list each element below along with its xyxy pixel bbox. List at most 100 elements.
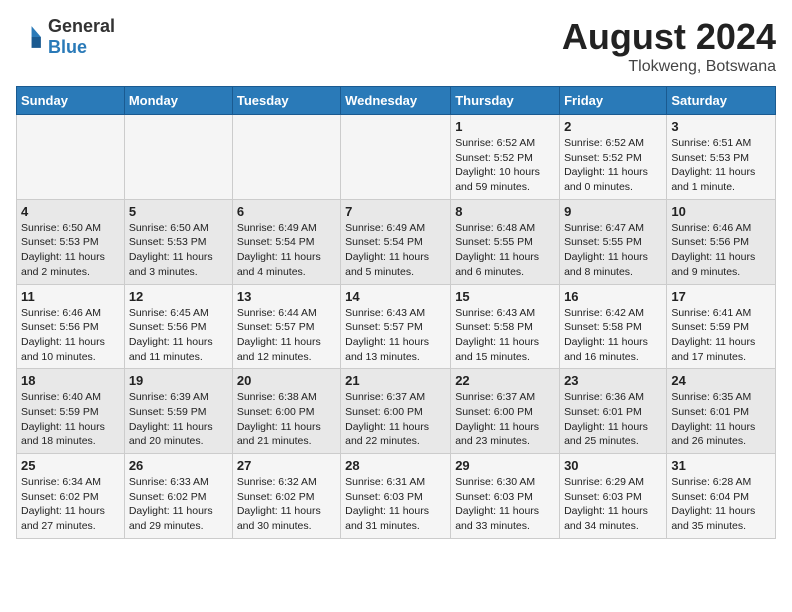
day-number: 15 — [455, 289, 555, 304]
calendar-cell: 21 Sunrise: 6:37 AMSunset: 6:00 PMDayligh… — [341, 369, 451, 454]
calendar-cell: 2 Sunrise: 6:52 AMSunset: 5:52 PMDaylight… — [560, 115, 667, 200]
day-info: Sunrise: 6:49 AMSunset: 5:54 PMDaylight:… — [345, 221, 446, 280]
calendar-cell: 1 Sunrise: 6:52 AMSunset: 5:52 PMDaylight… — [451, 115, 560, 200]
calendar-cell: 5Sunrise: 6:50 AMSunset: 5:53 PMDaylight… — [124, 199, 232, 284]
day-info: Sunrise: 6:37 AMSunset: 6:00 PMDaylight:… — [345, 390, 446, 449]
day-info: Sunrise: 6:52 AMSunset: 5:52 PMDaylight:… — [455, 136, 555, 195]
day-number: 25 — [21, 458, 120, 473]
logo-text: General Blue — [48, 16, 115, 58]
calendar-cell — [124, 115, 232, 200]
day-info: Sunrise: 6:31 AMSunset: 6:03 PMDaylight:… — [345, 475, 446, 534]
calendar-cell — [232, 115, 340, 200]
calendar-week-row: 4 Sunrise: 6:50 AMSunset: 5:53 PMDaylight… — [17, 199, 776, 284]
day-number: 23 — [564, 373, 662, 388]
day-info: Sunrise: 6:29 AMSunset: 6:03 PMDaylight:… — [564, 475, 662, 534]
calendar-cell: 30 Sunrise: 6:29 AMSunset: 6:03 PMDayligh… — [560, 454, 667, 539]
calendar-cell: 26 Sunrise: 6:33 AMSunset: 6:02 PMDayligh… — [124, 454, 232, 539]
day-number: 4 — [21, 204, 120, 219]
month-year: August 2024 — [562, 16, 776, 58]
day-info: Sunrise: 6:49 AMSunset: 5:54 PMDaylight:… — [237, 221, 336, 280]
day-number: 2 — [564, 119, 662, 134]
day-info: Sunrise: 6:38 AMSunset: 6:00 PMDaylight:… — [237, 390, 336, 449]
day-number: 17 — [671, 289, 771, 304]
day-info: Sunrise: 6:36 AMSunset: 6:01 PMDaylight:… — [564, 390, 662, 449]
calendar-cell: 15 Sunrise: 6:43 AMSunset: 5:58 PMDayligh… — [451, 284, 560, 369]
calendar-cell: 18 Sunrise: 6:40 AMSunset: 5:59 PMDayligh… — [17, 369, 125, 454]
day-info: Sunrise: 6:34 AMSunset: 6:02 PMDaylight:… — [21, 475, 120, 534]
weekday-header-thursday: Thursday — [451, 87, 560, 115]
day-info: Sunrise: 6:41 AMSunset: 5:59 PMDaylight:… — [671, 306, 771, 365]
calendar-cell: 19 Sunrise: 6:39 AMSunset: 5:59 PMDayligh… — [124, 369, 232, 454]
calendar-table: SundayMondayTuesdayWednesdayThursdayFrid… — [16, 86, 776, 539]
day-number: 29 — [455, 458, 555, 473]
title-block: August 2024 Tlokweng, Botswana — [562, 16, 776, 76]
day-number: 8 — [455, 204, 555, 219]
calendar-cell: 4 Sunrise: 6:50 AMSunset: 5:53 PMDaylight… — [17, 199, 125, 284]
day-number: 20 — [237, 373, 336, 388]
day-info: Sunrise: 6:42 AMSunset: 5:58 PMDaylight:… — [564, 306, 662, 365]
day-info: Sunrise: 6:50 AMSunset: 5:53 PMDaylight:… — [21, 221, 120, 280]
day-info: Sunrise: 6:44 AMSunset: 5:57 PMDaylight:… — [237, 306, 336, 365]
day-number: 5 — [129, 204, 228, 219]
calendar-cell: 28 Sunrise: 6:31 AMSunset: 6:03 PMDayligh… — [341, 454, 451, 539]
day-number: 21 — [345, 373, 446, 388]
calendar-cell: 12Sunrise: 6:45 AMSunset: 5:56 PMDayligh… — [124, 284, 232, 369]
day-info: Sunrise: 6:43 AMSunset: 5:58 PMDaylight:… — [455, 306, 555, 365]
day-number: 10 — [671, 204, 771, 219]
day-number: 27 — [237, 458, 336, 473]
calendar-cell: 3 Sunrise: 6:51 AMSunset: 5:53 PMDaylight… — [667, 115, 776, 200]
weekday-header-monday: Monday — [124, 87, 232, 115]
day-info: Sunrise: 6:40 AMSunset: 5:59 PMDaylight:… — [21, 390, 120, 449]
calendar-cell: 17 Sunrise: 6:41 AMSunset: 5:59 PMDayligh… — [667, 284, 776, 369]
calendar-cell: 11Sunrise: 6:46 AMSunset: 5:56 PMDayligh… — [17, 284, 125, 369]
logo-line1: General — [48, 16, 115, 37]
calendar-week-row: 18 Sunrise: 6:40 AMSunset: 5:59 PMDayligh… — [17, 369, 776, 454]
day-info: Sunrise: 6:39 AMSunset: 5:59 PMDaylight:… — [129, 390, 228, 449]
day-number: 18 — [21, 373, 120, 388]
day-info: Sunrise: 6:52 AMSunset: 5:52 PMDaylight:… — [564, 136, 662, 195]
day-info: Sunrise: 6:47 AMSunset: 5:55 PMDaylight:… — [564, 221, 662, 280]
day-info: Sunrise: 6:45 AMSunset: 5:56 PMDaylight:… — [129, 306, 228, 365]
day-number: 22 — [455, 373, 555, 388]
day-number: 28 — [345, 458, 446, 473]
calendar-cell: 16 Sunrise: 6:42 AMSunset: 5:58 PMDayligh… — [560, 284, 667, 369]
calendar-cell: 6Sunrise: 6:49 AMSunset: 5:54 PMDaylight… — [232, 199, 340, 284]
page-header: General Blue August 2024 Tlokweng, Botsw… — [16, 16, 776, 76]
day-info: Sunrise: 6:33 AMSunset: 6:02 PMDaylight:… — [129, 475, 228, 534]
day-number: 30 — [564, 458, 662, 473]
calendar-cell: 23 Sunrise: 6:36 AMSunset: 6:01 PMDayligh… — [560, 369, 667, 454]
calendar-cell: 7 Sunrise: 6:49 AMSunset: 5:54 PMDaylight… — [341, 199, 451, 284]
day-number: 19 — [129, 373, 228, 388]
day-number: 16 — [564, 289, 662, 304]
logo-line2: Blue — [48, 37, 115, 58]
calendar-cell — [341, 115, 451, 200]
calendar-cell: 25 Sunrise: 6:34 AMSunset: 6:02 PMDayligh… — [17, 454, 125, 539]
calendar-cell — [17, 115, 125, 200]
day-info: Sunrise: 6:46 AMSunset: 5:56 PMDaylight:… — [21, 306, 120, 365]
logo-icon — [16, 23, 44, 51]
day-number: 1 — [455, 119, 555, 134]
calendar-cell: 24Sunrise: 6:35 AMSunset: 6:01 PMDayligh… — [667, 369, 776, 454]
day-info: Sunrise: 6:28 AMSunset: 6:04 PMDaylight:… — [671, 475, 771, 534]
logo: General Blue — [16, 16, 115, 58]
calendar-cell: 8Sunrise: 6:48 AMSunset: 5:55 PMDaylight… — [451, 199, 560, 284]
day-number: 13 — [237, 289, 336, 304]
calendar-cell: 27 Sunrise: 6:32 AMSunset: 6:02 PMDayligh… — [232, 454, 340, 539]
calendar-cell: 13 Sunrise: 6:44 AMSunset: 5:57 PMDayligh… — [232, 284, 340, 369]
calendar-week-row: 25 Sunrise: 6:34 AMSunset: 6:02 PMDayligh… — [17, 454, 776, 539]
weekday-header-tuesday: Tuesday — [232, 87, 340, 115]
weekday-header-row: SundayMondayTuesdayWednesdayThursdayFrid… — [17, 87, 776, 115]
calendar-cell: 22Sunrise: 6:37 AMSunset: 6:00 PMDayligh… — [451, 369, 560, 454]
day-info: Sunrise: 6:51 AMSunset: 5:53 PMDaylight:… — [671, 136, 771, 195]
weekday-header-saturday: Saturday — [667, 87, 776, 115]
day-info: Sunrise: 6:46 AMSunset: 5:56 PMDaylight:… — [671, 221, 771, 280]
day-info: Sunrise: 6:32 AMSunset: 6:02 PMDaylight:… — [237, 475, 336, 534]
day-number: 24 — [671, 373, 771, 388]
day-number: 7 — [345, 204, 446, 219]
calendar-cell: 29Sunrise: 6:30 AMSunset: 6:03 PMDayligh… — [451, 454, 560, 539]
calendar-cell: 14Sunrise: 6:43 AMSunset: 5:57 PMDayligh… — [341, 284, 451, 369]
day-number: 3 — [671, 119, 771, 134]
day-number: 9 — [564, 204, 662, 219]
day-number: 26 — [129, 458, 228, 473]
weekday-header-friday: Friday — [560, 87, 667, 115]
